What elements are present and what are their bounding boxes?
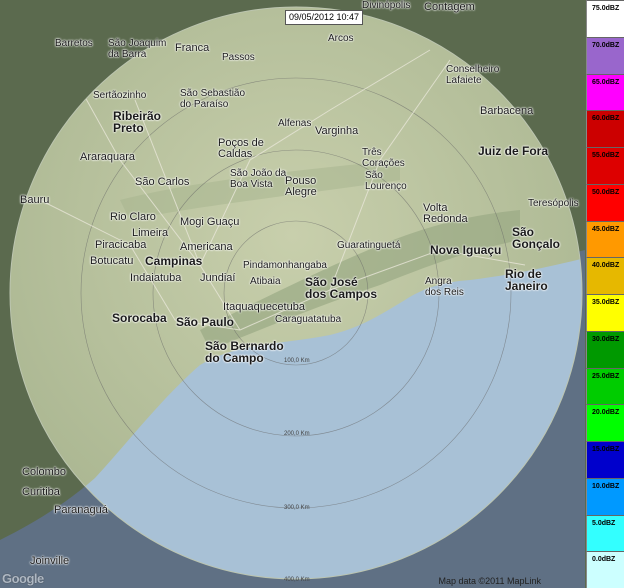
radar-map[interactable]: 09/05/2012 10:47 100,0 Km 200,0 Km 300,0… [0, 0, 585, 588]
city-limeira: Limeira [132, 227, 169, 239]
city-sorocaba: Sorocaba [112, 311, 167, 325]
legend-item: 50.0dBZ [586, 183, 624, 221]
dbz-legend: 75.0dBZ 70.0dBZ 65.0dBZ 60.0dBZ 55.0dBZ 50.0d… [586, 0, 624, 588]
legend-item: 70.0dBZ [586, 36, 624, 74]
city-divinopolis: Divinópolis [362, 0, 411, 11]
legend-label: 10.0dBZ [592, 482, 620, 490]
city-sao-joaquim: São Joaquim da Barra [108, 38, 167, 60]
legend-label: 35.0dBZ [592, 299, 620, 306]
city-sao-carlos: São Carlos [135, 176, 190, 188]
legend-item: 30.0dBZ [586, 330, 624, 368]
legend-item: 60.0dBZ [586, 110, 624, 147]
city-sao-paulo: São Paulo [176, 315, 235, 329]
city-pindamonhangaba: Pindamonhangaba [243, 260, 327, 271]
legend-label: 30.0dBZ [592, 335, 620, 343]
city-bauru: Bauru [20, 194, 50, 206]
ring-label-200: 200,0 Km [284, 431, 310, 437]
legend-label: 25.0dBZ [592, 372, 620, 380]
city-joinville: Joinville [30, 555, 70, 567]
city-contagem: Contagem [424, 1, 475, 13]
city-barbacena: Barbacena [480, 105, 534, 117]
city-pocos-de-caldas: Poços de Caldas [218, 137, 264, 160]
legend-item: 65.0dBZ [586, 73, 624, 111]
city-curitiba: Curitiba [22, 486, 60, 498]
legend-item: 25.0dBZ [586, 367, 624, 405]
legend-item: 20.0dBZ [586, 404, 624, 441]
legend-label: 20.0dBZ [592, 409, 620, 417]
city-botucatu: Botucatu [90, 255, 134, 267]
city-paranagua: Paranaguá [54, 504, 108, 516]
legend-label: 45.0dBZ [592, 225, 620, 233]
city-colombo: Colombo [22, 466, 67, 478]
legend-item: 0.0dBZ [586, 551, 624, 588]
legend-label: 55.0dBZ [592, 152, 620, 159]
city-nova-iguacu: Nova Iguaçu [430, 243, 502, 257]
legend-label: 5.0dBZ [592, 519, 616, 527]
city-itaquaquecetuba: Itaquaquecetuba [223, 301, 305, 313]
city-guaratingueta: Guaratinguetá [337, 240, 401, 251]
city-sertaozinho: Sertãozinho [93, 90, 147, 101]
map-canvas [0, 0, 585, 588]
legend-item: 45.0dBZ [586, 220, 624, 258]
city-alfenas: Alfenas [278, 118, 312, 129]
city-pouso-alegre: Pouso Alegre [285, 175, 317, 198]
city-sao-goncalo: São Gonçalo [512, 225, 561, 251]
legend-item: 5.0dBZ [586, 514, 624, 552]
legend-label: 40.0dBZ [592, 262, 620, 270]
google-logo: Google [2, 571, 44, 586]
city-rio-claro: Rio Claro [110, 211, 156, 223]
legend-label: 70.0dBZ [592, 41, 620, 49]
city-caraguatatuba: Caraguatatuba [275, 314, 342, 325]
legend-label: 75.0dBZ [592, 5, 620, 12]
city-franca: Franca [175, 42, 210, 54]
legend-item: 35.0dBZ [586, 294, 624, 331]
city-angra-dos-reis: Angra dos Reis [425, 276, 464, 298]
city-sao-sebastiao: São Sebastião do Paraíso [180, 88, 246, 110]
city-juiz-de-fora: Juiz de Fora [478, 144, 549, 158]
legend-label: 50.0dBZ [592, 188, 620, 196]
city-indaiatuba: Indaiatuba [130, 272, 182, 284]
ring-label-400: 400,0 Km [284, 577, 310, 583]
city-sao-lourenco: São Lourenço [365, 170, 407, 192]
legend-item: 10.0dBZ [586, 477, 624, 515]
city-americana: Americana [180, 241, 233, 253]
city-ribeirao-preto: Ribeirão Preto [113, 109, 162, 135]
legend-label: 65.0dBZ [592, 78, 620, 86]
city-campinas: Campinas [145, 254, 203, 268]
legend-label: 15.0dBZ [592, 446, 620, 453]
city-tres-coracoes: Três Corações [362, 147, 405, 169]
city-piracicaba: Piracicaba [95, 239, 147, 251]
city-barretos: Barretos [55, 38, 93, 49]
ring-label-100: 100,0 Km [284, 358, 310, 364]
legend-item: 40.0dBZ [586, 257, 624, 294]
legend-item: 75.0dBZ [586, 0, 624, 37]
ring-label-300: 300,0 Km [284, 505, 310, 511]
city-jundiai: Jundiaí [200, 272, 236, 284]
city-mogi-guacu: Mogi Guaçu [180, 216, 240, 228]
city-passos: Passos [222, 52, 255, 63]
city-sao-bernardo: São Bernardo do Campo [205, 339, 284, 365]
legend-label: 0.0dBZ [592, 556, 616, 564]
timestamp: 09/05/2012 10:47 [285, 10, 363, 25]
city-varginha: Varginha [315, 125, 359, 137]
city-rio-de-janeiro: Rio de Janeiro [505, 267, 548, 293]
city-teresopolis: Teresópolis [528, 198, 579, 209]
legend-item: 15.0dBZ [586, 441, 624, 478]
legend-item: 55.0dBZ [586, 147, 624, 184]
city-araraquara: Araraquara [80, 151, 136, 163]
city-volta-redonda: Volta Redonda [423, 202, 468, 225]
legend-label: 60.0dBZ [592, 115, 620, 123]
city-sao-joao: São João da Boa Vista [230, 168, 287, 190]
city-arcos: Arcos [328, 33, 354, 44]
city-conselheiro: Conselheiro Lafaiete [446, 64, 500, 86]
city-sao-jose-dos-campos: São José dos Campos [305, 275, 378, 301]
map-attribution: Map data ©2011 MapLink [438, 576, 541, 586]
city-atibaia: Atibaia [250, 276, 281, 287]
